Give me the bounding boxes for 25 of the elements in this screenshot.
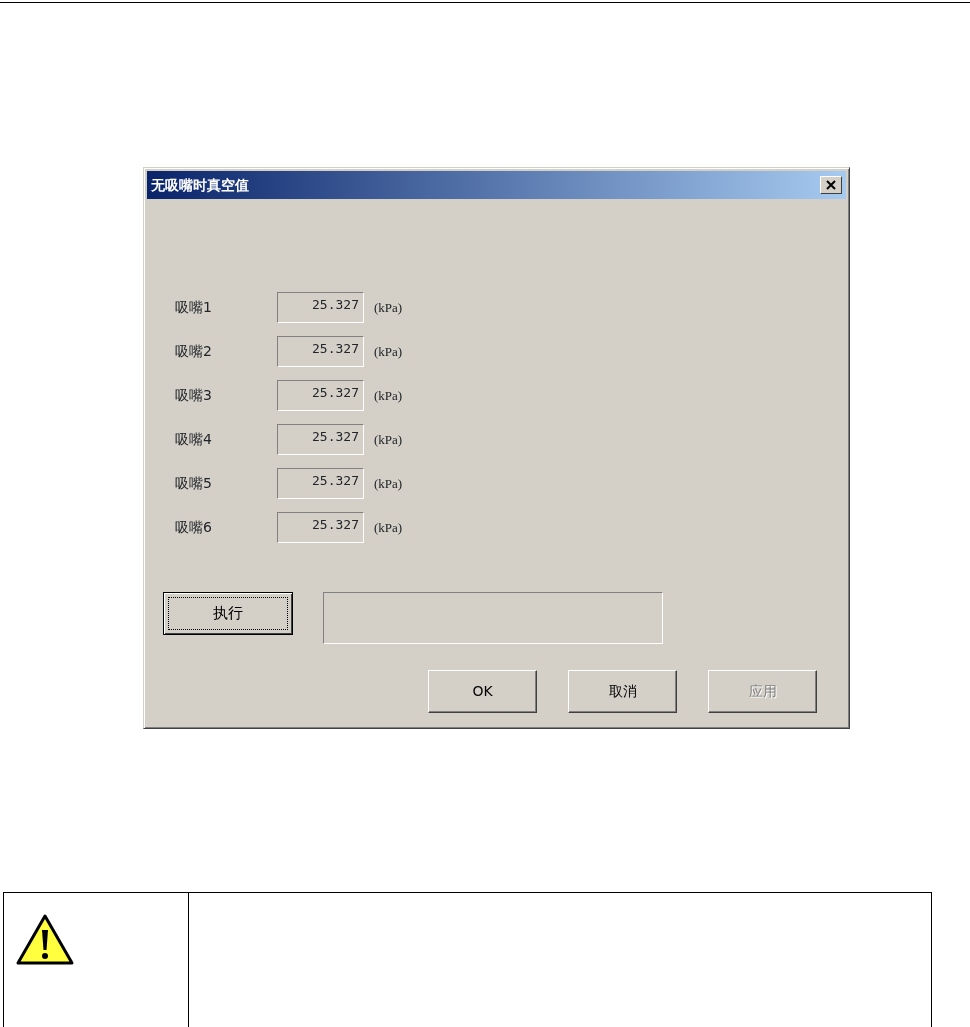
close-button[interactable] <box>820 176 842 194</box>
nozzle-label: 吸嘴3 <box>175 386 213 405</box>
unit-label: (kPa) <box>374 298 403 317</box>
close-icon <box>826 180 836 190</box>
value-field[interactable]: 25.327 <box>277 424 364 455</box>
cancel-button[interactable]: 取消 <box>568 670 677 713</box>
unit-label: (kPa) <box>374 518 403 537</box>
value-field[interactable]: 25.327 <box>277 380 364 411</box>
warning-icon <box>15 913 75 966</box>
nozzle-label: 吸嘴5 <box>175 474 213 493</box>
nozzle-label: 吸嘴1 <box>175 298 213 317</box>
unit-label: (kPa) <box>374 342 403 361</box>
nozzle-label: 吸嘴6 <box>175 518 213 537</box>
nozzle-label: 吸嘴2 <box>175 342 213 361</box>
unit-label: (kPa) <box>374 474 403 493</box>
ok-button[interactable]: OK <box>428 670 537 713</box>
value-field[interactable]: 25.327 <box>277 512 364 543</box>
value-field[interactable]: 25.327 <box>277 292 364 323</box>
value-field[interactable]: 25.327 <box>277 336 364 367</box>
value-field[interactable]: 25.327 <box>277 468 364 499</box>
window-title: 无吸嘴时真空值 <box>151 175 249 195</box>
unit-label: (kPa) <box>374 386 403 405</box>
execute-button[interactable]: 执行 <box>163 592 293 635</box>
nozzle-label: 吸嘴4 <box>175 430 213 449</box>
unit-label: (kPa) <box>374 430 403 449</box>
